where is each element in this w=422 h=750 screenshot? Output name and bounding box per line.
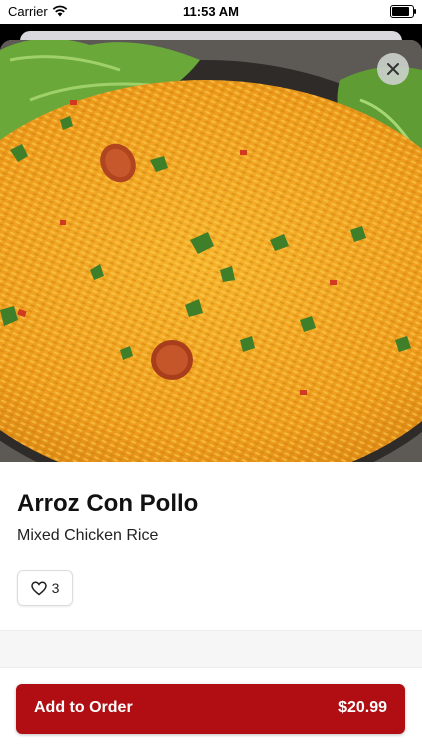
section-divider [0, 630, 422, 668]
heart-icon [30, 581, 47, 595]
item-description: Mixed Chicken Rice [17, 527, 159, 544]
close-icon [387, 63, 399, 75]
battery-icon [390, 5, 416, 18]
add-to-order-button[interactable]: Add to Order $20.99 [16, 684, 405, 734]
favorite-count: 3 [51, 580, 60, 596]
add-to-order-label: Add to Order [34, 699, 133, 716]
item-detail-sheet: Arroz Con Pollo Mixed Chicken Rice 3 Add… [0, 40, 422, 750]
dish-photo [0, 40, 422, 462]
clock: 11:53 AM [183, 4, 239, 19]
close-button[interactable] [377, 53, 409, 85]
price-label: $20.99 [338, 699, 387, 716]
item-title: Arroz Con Pollo [17, 490, 199, 517]
favorite-button[interactable]: 3 [17, 570, 73, 606]
status-bar: Carrier 11:53 AM [0, 0, 422, 24]
